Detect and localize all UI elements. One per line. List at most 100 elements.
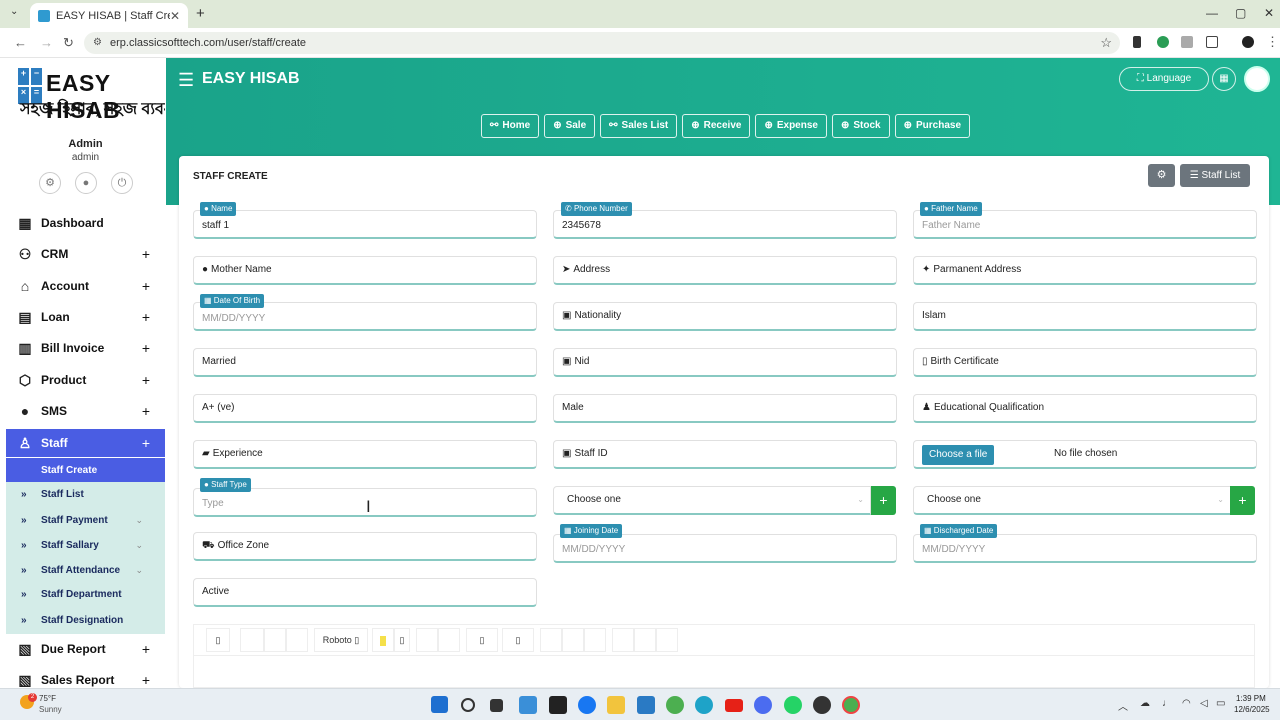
expand-plus-icon[interactable]: +	[142, 672, 150, 688]
windows-start-icon[interactable]	[431, 696, 448, 713]
calculator-button[interactable]: ▦	[1212, 67, 1236, 91]
editor-fullscreen-button[interactable]	[612, 628, 634, 652]
editor-underline-button[interactable]	[286, 628, 308, 652]
discharged-date-field[interactable]: MM/DD/YYYY	[913, 534, 1257, 563]
quick-sale-button[interactable]: ⊕ Sale	[544, 114, 596, 138]
whatsapp-icon[interactable]	[784, 696, 802, 714]
editor-list-button[interactable]	[416, 628, 438, 652]
bookmark-star-icon[interactable]: ☆	[1100, 32, 1112, 54]
edge-icon[interactable]	[695, 696, 713, 714]
staff-type-field[interactable]: Type	[193, 488, 537, 517]
permanent-address-field[interactable]: ✦ Parmanent Address	[913, 256, 1257, 285]
choose-file-button[interactable]: Choose a file	[922, 445, 995, 465]
quick-receive-button[interactable]: ⊕ Receive	[682, 114, 751, 138]
name-field[interactable]: staff 1	[193, 210, 537, 239]
avatar[interactable]	[1244, 66, 1270, 92]
quick-purchase-button[interactable]: ⊕ Purchase	[894, 114, 971, 138]
photo-file-input[interactable]: Choose a file No file chosen	[913, 440, 1257, 469]
editor-color-button[interactable]: ▯	[394, 628, 410, 652]
add-department-button[interactable]: +	[871, 486, 896, 515]
tray-chevron-up-icon[interactable]: ︿	[1118, 698, 1128, 713]
close-window-icon[interactable]: ✕	[1264, 6, 1274, 20]
card-settings-button[interactable]: ⚙	[1148, 164, 1175, 187]
screenshot-extension-icon[interactable]	[1181, 36, 1193, 48]
marital-status-select[interactable]: Married	[193, 348, 537, 377]
sidebar-item-product[interactable]: ⬡ Product +	[6, 366, 165, 394]
sidebar-item-dashboard[interactable]: ▦ Dashboard	[6, 209, 165, 237]
education-field[interactable]: ♟ Educational Qualification	[913, 394, 1257, 423]
editor-paragraph-button[interactable]: ▯	[466, 628, 498, 652]
birth-certificate-field[interactable]: ▯ Birth Certificate	[913, 348, 1257, 377]
expand-plus-icon[interactable]: +	[142, 340, 150, 356]
editor-help-button[interactable]	[656, 628, 678, 652]
user-profile-icon[interactable]: ●	[75, 172, 97, 194]
task-view-icon[interactable]	[490, 699, 503, 712]
chevron-down-icon[interactable]: ⌄	[135, 565, 143, 576]
language-button[interactable]: ⛶ Language	[1119, 67, 1209, 91]
chrome-active-icon[interactable]	[842, 696, 860, 714]
pen-extension-icon[interactable]	[1133, 36, 1141, 48]
media-app-icon[interactable]	[549, 696, 567, 714]
submenu-staff-list[interactable]: » Staff List	[6, 482, 165, 506]
editor-image-button[interactable]	[562, 628, 584, 652]
quick-stock-button[interactable]: ⊕ Stock	[831, 114, 890, 138]
extensions-puzzle-icon[interactable]	[1206, 36, 1218, 48]
religion-select[interactable]: Islam	[913, 302, 1257, 331]
blood-group-select[interactable]: A+ (ve)	[193, 394, 537, 423]
app-icon[interactable]	[813, 696, 831, 714]
site-info-icon[interactable]: ⚙	[93, 32, 102, 54]
sidebar-item-account[interactable]: ⌂ Account +	[6, 272, 165, 300]
expand-plus-icon[interactable]: +	[142, 435, 150, 451]
forward-icon[interactable]: →	[40, 35, 53, 50]
messenger-icon[interactable]	[754, 696, 772, 714]
reload-icon[interactable]: ↻	[63, 35, 74, 51]
rich-text-editor[interactable]: ▯ Roboto ▯ ▯ ▯ ▯	[193, 624, 1255, 688]
quick-expense-button[interactable]: ⊕ Expense	[755, 114, 827, 138]
clock-date[interactable]: 12/6/2025	[1234, 705, 1270, 714]
minimize-icon[interactable]: —	[1206, 6, 1218, 20]
editor-link-button[interactable]	[540, 628, 562, 652]
editor-italic-button[interactable]	[264, 628, 286, 652]
nid-field[interactable]: ▣ Nid	[553, 348, 897, 377]
microphone-icon[interactable]: ♩	[1162, 698, 1172, 709]
file-explorer-icon[interactable]	[607, 696, 625, 714]
chevron-down-icon[interactable]: ⌄	[135, 540, 143, 551]
submenu-staff-designation[interactable]: » Staff Designation	[6, 608, 165, 632]
sidebar-item-loan[interactable]: ▤ Loan +	[6, 303, 165, 331]
nationality-field[interactable]: ▣ Nationality	[553, 302, 897, 331]
sidebar-item-staff[interactable]: ♙ Staff +	[6, 429, 165, 457]
battery-icon[interactable]: ▭	[1216, 698, 1225, 709]
mother-name-field[interactable]: ● Mother Name	[193, 256, 537, 285]
expand-plus-icon[interactable]: +	[142, 278, 150, 294]
browser-menu-icon[interactable]: ⋮	[1266, 34, 1279, 50]
gender-select[interactable]: Male	[553, 394, 897, 423]
editor-style-button[interactable]: ▯	[206, 628, 230, 652]
editor-bold-button[interactable]	[240, 628, 264, 652]
submenu-staff-department[interactable]: » Staff Department	[6, 582, 165, 606]
new-tab-icon[interactable]: +	[196, 5, 205, 22]
editor-ordered-list-button[interactable]	[438, 628, 460, 652]
power-logout-icon[interactable]: ⏻	[111, 172, 133, 194]
chevron-down-icon[interactable]: ⌄	[135, 515, 143, 526]
submenu-staff-sallary[interactable]: » Staff Sallary ⌄	[6, 533, 165, 557]
youtube-icon[interactable]	[725, 699, 743, 712]
address-field[interactable]: ➤ Address	[553, 256, 897, 285]
maximize-icon[interactable]: ▢	[1235, 6, 1246, 20]
expand-plus-icon[interactable]: +	[142, 641, 150, 657]
submenu-staff-payment[interactable]: » Staff Payment ⌄	[6, 508, 165, 532]
chrome-icon[interactable]	[666, 696, 684, 714]
expand-plus-icon[interactable]: +	[142, 372, 150, 388]
joining-date-field[interactable]: MM/DD/YYYY	[553, 534, 897, 563]
wifi-icon[interactable]: ◠	[1182, 698, 1191, 709]
sidebar-item-sms[interactable]: ● SMS +	[6, 397, 165, 425]
back-icon[interactable]: ←	[14, 35, 27, 50]
search-icon[interactable]	[461, 698, 475, 712]
editor-code-button[interactable]	[634, 628, 656, 652]
quick-sales-list-button[interactable]: ⚯ Sales List	[600, 114, 678, 138]
experience-field[interactable]: ▰ Experience	[193, 440, 537, 469]
profile-icon[interactable]	[1242, 36, 1254, 48]
status-select[interactable]: Active	[193, 578, 537, 607]
vscode-icon[interactable]	[637, 696, 655, 714]
volume-icon[interactable]: ◁	[1200, 698, 1208, 709]
staff-list-button[interactable]: ☰ Staff List	[1180, 164, 1250, 187]
